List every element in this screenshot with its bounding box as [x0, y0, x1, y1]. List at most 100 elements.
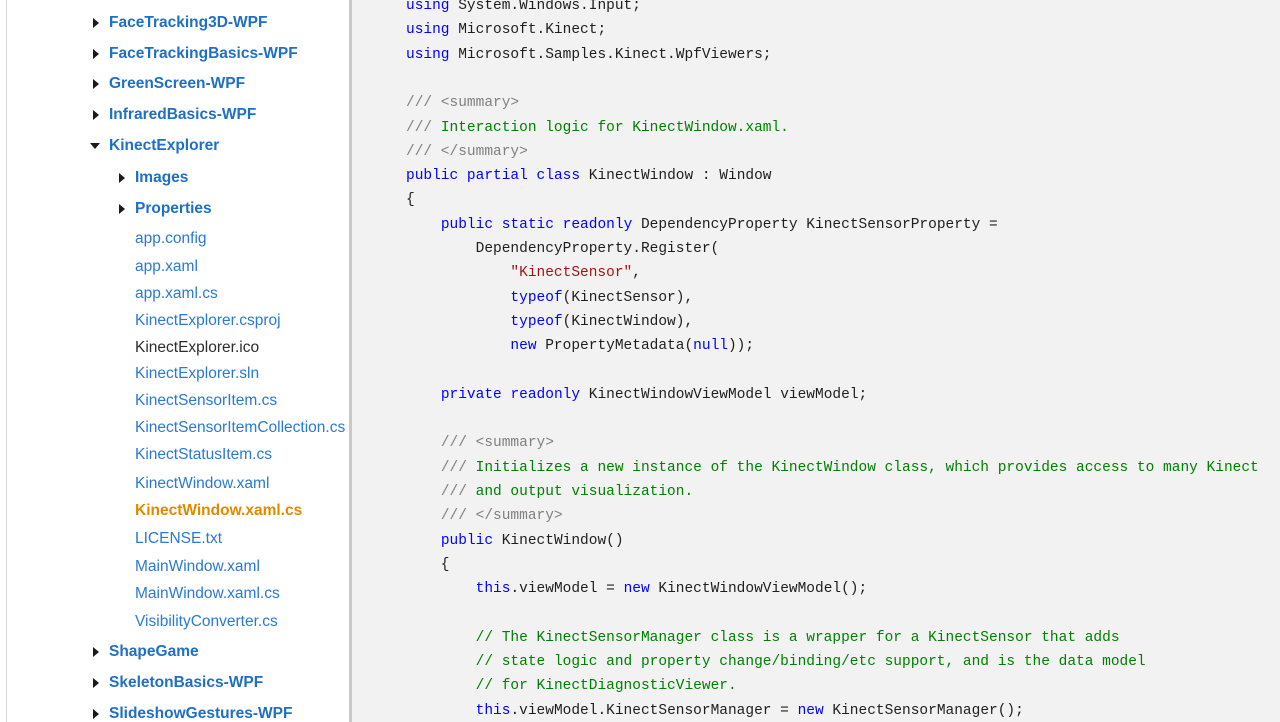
tree-file-license-txt[interactable]: LICENSE.txt — [115, 525, 222, 553]
tree-file-kinectexplorer-sln[interactable]: KinectExplorer.sln — [115, 360, 259, 388]
code-line[interactable]: /// </summary> — [406, 504, 563, 528]
code-line[interactable]: using Microsoft.Kinect; — [406, 18, 606, 42]
tree-file-kinectexplorer-csproj[interactable]: KinectExplorer.csproj — [115, 307, 281, 335]
code-line[interactable]: /// Initializes a new instance of the Ki… — [406, 456, 1259, 480]
code-line[interactable]: "KinectSensor", — [406, 261, 641, 285]
tree-item-label: Images — [135, 169, 189, 186]
code-token: System.Windows.Input; — [449, 0, 641, 14]
tree-file-kinectstatusitem-cs[interactable]: KinectStatusItem.cs — [115, 441, 272, 469]
tree-folder-kinectexplorer[interactable]: KinectExplorer — [89, 132, 219, 160]
tree-file-app-config[interactable]: app.config — [115, 225, 207, 253]
code-token: .viewModel = — [510, 581, 624, 598]
code-line[interactable]: typeof(KinectSensor), — [406, 286, 693, 310]
expand-arrow-right-icon[interactable] — [115, 171, 129, 185]
keyword-token: using — [406, 46, 450, 63]
tree-folder-facetracking3d-wpf[interactable]: FaceTracking3D-WPF — [89, 9, 268, 37]
code-line[interactable]: // state logic and property change/bindi… — [406, 650, 1146, 674]
tree-folder-shapegame[interactable]: ShapeGame — [89, 638, 199, 666]
code-line[interactable]: public static readonly DependencyPropert… — [406, 213, 998, 237]
tree-file-mainwindow-xaml[interactable]: MainWindow.xaml — [115, 553, 260, 581]
expand-arrow-right-icon[interactable] — [115, 202, 129, 216]
code-token: { — [406, 556, 450, 573]
solution-explorer-tree: FaceTracking3D-WPF FaceTrackingBasics-WPF… — [6, 0, 351, 722]
code-line[interactable]: /// </summary> — [406, 140, 528, 164]
tree-file-app-xaml[interactable]: app.xaml — [115, 253, 198, 281]
code-token: DependencyProperty KinectSensorProperty … — [632, 216, 998, 233]
code-line[interactable]: // The KinectSensorManager class is a wr… — [406, 626, 1120, 650]
tree-folder-skeletonbasics-wpf[interactable]: SkeletonBasics-WPF — [89, 669, 263, 697]
tree-file-kinectwindow-xaml[interactable]: KinectWindow.xaml — [115, 470, 269, 498]
tree-file-kinectsensoritemcollection-cs[interactable]: KinectSensorItemCollection.cs — [115, 414, 345, 442]
tree-folder-greenscreen-wpf[interactable]: GreenScreen-WPF — [89, 70, 245, 98]
tree-file-mainwindow-xaml-cs[interactable]: MainWindow.xaml.cs — [115, 580, 280, 608]
tree-item-label: InfraredBasics-WPF — [109, 106, 257, 123]
tree-file-kinectexplorer-ico[interactable]: KinectExplorer.ico — [115, 334, 259, 362]
code-token: Microsoft.Kinect; — [449, 22, 607, 39]
tree-item-label: LICENSE.txt — [135, 530, 222, 547]
tree-folder-images[interactable]: Images — [115, 164, 188, 192]
keyword-token: class — [536, 168, 581, 185]
code-line[interactable]: public partial class KinectWindow : Wind… — [406, 164, 772, 188]
expand-arrow-right-icon[interactable] — [89, 645, 103, 659]
tree-item-label: MainWindow.xaml.cs — [135, 585, 280, 602]
expand-arrow-right-icon[interactable] — [89, 707, 103, 721]
tree-folder-properties[interactable]: Properties — [115, 195, 212, 223]
tree-file-visibilityconverter-cs[interactable]: VisibilityConverter.cs — [115, 608, 278, 636]
tree-file-kinectwindow-xaml-cs[interactable]: KinectWindow.xaml.cs — [115, 497, 302, 525]
code-token: , — [632, 265, 641, 282]
code-line[interactable]: DependencyProperty.Register( — [406, 237, 720, 261]
keyword-token: public — [440, 216, 494, 233]
keyword-token: new — [510, 338, 537, 355]
doc-comment-token: /// — [406, 119, 441, 136]
code-line[interactable]: public KinectWindow() — [406, 529, 624, 553]
code-line[interactable]: /// Interaction logic for KinectWindow.x… — [406, 116, 789, 140]
expand-arrow-right-icon[interactable] — [89, 676, 103, 690]
tree-file-app-xaml-cs[interactable]: app.xaml.cs — [115, 280, 218, 308]
keyword-token: using — [406, 0, 450, 14]
code-line[interactable]: typeof(KinectWindow), — [406, 310, 693, 334]
tree-item-label: MainWindow.xaml — [135, 558, 260, 575]
tree-folder-infraredbasics-wpf[interactable]: InfraredBasics-WPF — [89, 101, 256, 129]
code-line[interactable]: private readonly KinectWindowViewModel v… — [406, 383, 867, 407]
keyword-token: partial — [466, 168, 528, 185]
tree-folder-facetrackingbasics-wpf[interactable]: FaceTrackingBasics-WPF — [89, 40, 298, 68]
doc-comment-token: /// </summary> — [440, 508, 563, 525]
code-line[interactable]: this.viewModel.KinectSensorManager = new… — [406, 699, 1024, 722]
code-line[interactable]: new PropertyMetadata(null)); — [406, 334, 754, 358]
expand-arrow-right-icon[interactable] — [89, 108, 103, 122]
tree-item-label: KinectExplorer.csproj — [135, 312, 281, 329]
code-token: KinectWindow() — [493, 532, 624, 549]
expand-arrow-right-icon[interactable] — [89, 16, 103, 30]
tree-item-label: ShapeGame — [109, 643, 199, 660]
code-editor[interactable]: using System.Windows.Input; using Microso… — [352, 0, 1280, 722]
tree-folder-slideshowgestures-wpf[interactable]: SlideshowGestures-WPF — [89, 700, 292, 722]
doc-comment-token: /// <summary> — [406, 95, 520, 112]
code-line[interactable]: /// and output visualization. — [406, 480, 693, 504]
code-token: (KinectSensor), — [562, 289, 694, 306]
tree-file-kinectsensoritem-cs[interactable]: KinectSensorItem.cs — [115, 387, 277, 415]
code-line[interactable]: using Microsoft.Samples.Kinect.WpfViewer… — [406, 43, 771, 67]
expand-arrow-down-icon[interactable] — [89, 139, 103, 153]
tree-item-label: KinectWindow.xaml.cs — [135, 502, 303, 519]
code-line[interactable]: using System.Windows.Input; — [406, 0, 641, 18]
code-line[interactable]: { — [406, 188, 415, 212]
tree-item-label: GreenScreen-WPF — [109, 75, 246, 92]
code-line[interactable]: /// <summary> — [406, 431, 554, 455]
expand-arrow-right-icon[interactable] — [89, 77, 103, 91]
code-line[interactable]: // for KinectDiagnosticViewer. — [406, 674, 737, 698]
code-line[interactable]: this.viewModel = new KinectWindowViewMod… — [406, 577, 868, 601]
doc-comment-token: /// </summary> — [406, 143, 528, 160]
code-line[interactable]: /// <summary> — [406, 91, 519, 115]
code-line[interactable]: { — [406, 553, 450, 577]
expand-arrow-right-icon[interactable] — [89, 47, 103, 61]
